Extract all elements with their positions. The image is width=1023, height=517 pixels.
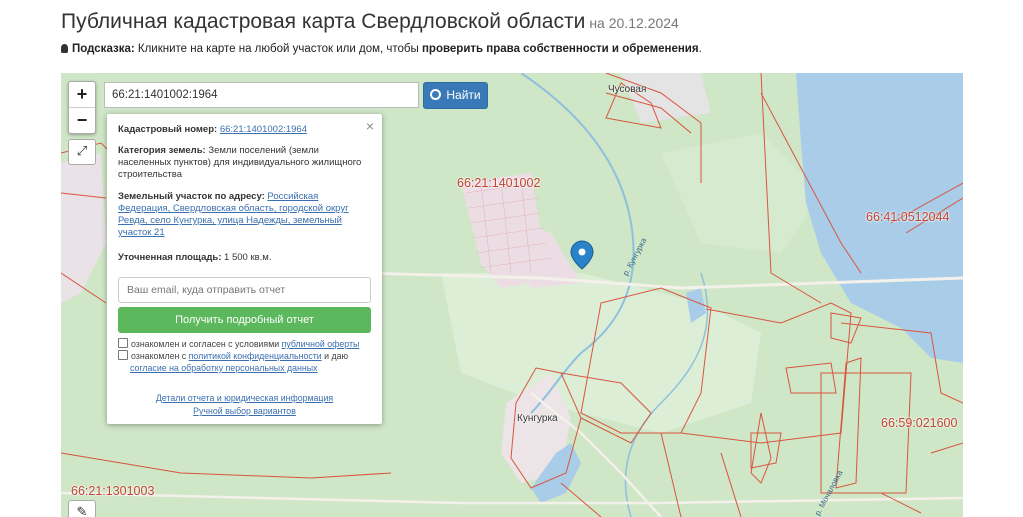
label-cad-1301003: 66:21:1301003 xyxy=(71,484,155,498)
get-report-button[interactable]: Получить подробный отчет xyxy=(118,307,371,333)
label-cad-1401002: 66:21:1401002 xyxy=(457,176,541,190)
search-input[interactable] xyxy=(104,82,419,108)
public-offer-link[interactable]: публичной оферты xyxy=(282,339,360,349)
area-value: 1 500 кв.м. xyxy=(221,252,272,263)
address-label: Земельный участок по адресу: xyxy=(118,191,265,202)
label-cad-41: 66:41:0512044 xyxy=(866,210,950,224)
zoom-in-button[interactable]: + xyxy=(69,82,95,107)
label-cad-59: 66:59:021600 xyxy=(881,416,958,430)
expand-icon: ⤢ xyxy=(76,143,88,158)
fullscreen-button[interactable]: ⤢ xyxy=(68,139,96,165)
consent-privacy-text: ознакомлен с xyxy=(131,351,189,361)
report-details-link[interactable]: Детали отчета и юридическая информация xyxy=(156,393,333,403)
cadastral-number-row: Кадастровый номер: 66:21:1401002:1964 xyxy=(118,124,368,136)
privacy-policy-link[interactable]: политикой конфиденциальности xyxy=(189,351,322,361)
manual-choice-link[interactable]: Ручной выбор вариантов xyxy=(193,406,296,416)
hint-bold-text: проверить права собственности и обремене… xyxy=(421,43,699,55)
pencil-icon: ✎ xyxy=(76,504,88,517)
land-category-row: Категория земель: Земли поселений (земли… xyxy=(118,145,368,181)
zoom-out-button[interactable]: − xyxy=(69,107,95,133)
search-button-label: Найти xyxy=(446,88,481,102)
details-link-row: Детали отчета и юридическая информация xyxy=(107,393,382,403)
label-chusovaya: Чусовая xyxy=(608,84,647,95)
offer-checkbox[interactable] xyxy=(118,338,128,348)
consent-privacy-row: ознакомлен с политикой конфиденциальност… xyxy=(118,350,378,374)
hint-text: Кликните на карте на любой участок или д… xyxy=(134,43,422,55)
hint-label: Подсказка: xyxy=(72,43,135,55)
search-icon xyxy=(430,89,442,100)
hint-end: . xyxy=(698,43,702,55)
consent-offer-text: ознакомлен и согласен с условиями xyxy=(131,339,282,349)
label-kungurka: Кунгурка xyxy=(517,413,558,424)
lightbulb-icon xyxy=(61,44,68,53)
consent-offer-row: ознакомлен и согласен с условиями публич… xyxy=(118,338,378,350)
area-row: Уточненная площадь: 1 500 кв.м. xyxy=(118,252,368,264)
cadastral-map[interactable]: Чусовая Кунгурка р. Кунгурка р. Мочаловк… xyxy=(61,73,963,517)
search-button[interactable]: Найти xyxy=(423,82,488,109)
area-label: Уточненная площадь: xyxy=(118,252,222,263)
title-date: на 20.12.2024 xyxy=(589,15,679,31)
cadastral-number-link[interactable]: 66:21:1401002:1964 xyxy=(220,124,307,135)
consent-privacy-mid: и даю xyxy=(321,351,349,361)
address-row: Земельный участок по адресу: Российская … xyxy=(118,191,368,239)
draw-button[interactable]: ✎ xyxy=(68,500,96,517)
hint-bar: Подсказка: Кликните на карте на любой уч… xyxy=(61,43,702,55)
title-text: Публичная кадастровая карта Свердловской… xyxy=(61,10,586,33)
page-title: Публичная кадастровая карта Свердловской… xyxy=(61,10,679,34)
manual-choice-row: Ручной выбор вариантов xyxy=(107,406,382,416)
privacy-checkbox[interactable] xyxy=(118,350,128,360)
cadastral-number-label: Кадастровый номер: xyxy=(118,124,218,135)
personal-data-consent-link[interactable]: согласие на обработку персональных данны… xyxy=(130,363,317,373)
zoom-control: + − xyxy=(68,81,96,134)
email-input[interactable] xyxy=(118,277,371,303)
land-category-label: Категория земель: xyxy=(118,145,206,156)
parcel-info-popup: × Кадастровый номер: 66:21:1401002:1964 … xyxy=(107,114,382,424)
